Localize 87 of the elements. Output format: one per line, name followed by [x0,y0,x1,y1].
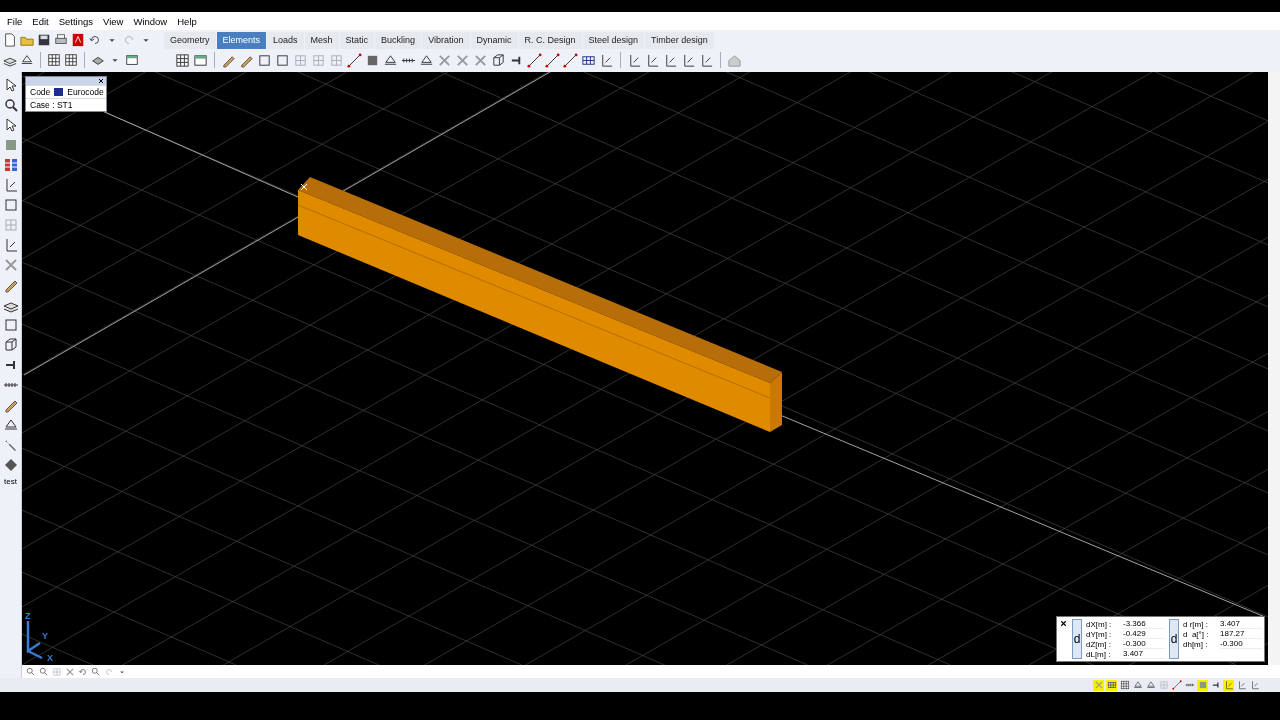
axis-triad-drawing [26,619,44,660]
menu-item[interactable]: Window [128,15,173,27]
case-label: Case : ST1 [30,100,73,110]
axis-icon[interactable] [599,52,614,68]
scrollbar[interactable] [1268,72,1280,665]
toggle-button[interactable] [1236,679,1247,691]
toggle-button[interactable] [1171,679,1182,691]
tab[interactable]: Elements [216,31,267,49]
axis-icon[interactable] [645,52,660,68]
pdf-icon[interactable] [71,33,85,47]
axis-icon[interactable] [627,52,642,68]
toggle-button[interactable] [1093,679,1104,691]
frame-icon[interactable] [2,337,19,353]
tab[interactable]: R. C. Design [518,31,582,49]
menu-item[interactable]: File [2,15,28,27]
save-icon[interactable] [37,33,51,47]
field-label: dL[m] : [1086,649,1112,659]
outline-icon[interactable] [257,52,272,68]
code-label: Code [30,87,51,97]
toggle-button[interactable] [1249,679,1260,691]
cross-icon[interactable] [455,52,470,68]
field-label: dZ[m] : [1086,639,1112,649]
field-label: dY[m] : [1086,629,1113,639]
close-icon[interactable] [1059,619,1068,628]
table-icon[interactable] [47,53,61,67]
tab[interactable]: Static [339,31,375,49]
window-icon[interactable] [125,53,139,67]
toggle-button[interactable]: d [1169,619,1179,659]
support-icon[interactable] [383,52,398,68]
toggle-button[interactable] [1106,679,1117,691]
close-icon[interactable] [97,77,105,85]
field-label: dh[m] : [1183,639,1209,649]
toolbar-label[interactable]: test [4,477,17,486]
new-file-icon[interactable] [3,33,17,47]
tab[interactable]: Timber design [645,31,714,49]
zoom-in-icon[interactable] [26,666,36,677]
line-icon[interactable] [347,52,362,68]
toggle-button[interactable] [1223,679,1234,691]
menu-item[interactable]: Help [172,15,202,27]
value-field[interactable]: -0.300 [1220,639,1262,649]
zoom-icon[interactable] [91,666,101,677]
menu-item[interactable]: View [98,15,129,27]
toggle-button[interactable] [1197,679,1208,691]
printer-icon[interactable] [54,33,68,47]
load-icon[interactable] [20,53,34,67]
toggle-button[interactable] [1145,679,1156,691]
code-value: Eurocode [67,87,104,97]
viewport[interactable]: Code Eurocode Case : ST1 Z Y X d dX[m] : -3.366 dY[m] : -0.429 dZ[m] : -0.300 dL[m] : 3.407 d d r[m] : 3.407 d a[°] : 187.27 dh[m] : -0.300 [22,72,1268,665]
line-icon[interactable] [527,52,542,68]
support-icon[interactable] [2,417,19,433]
window-icon[interactable] [193,52,208,68]
menu-item[interactable]: Settings [53,15,98,27]
menu-item[interactable]: Edit [27,15,54,27]
support-icon[interactable] [419,52,434,68]
axis-label: X [47,653,53,661]
tab[interactable]: Mesh [304,31,339,49]
toggle-button[interactable] [1119,679,1130,691]
line-icon[interactable] [563,52,578,68]
axis-icon[interactable] [699,52,714,68]
toggle-button[interactable] [1132,679,1143,691]
frame-icon[interactable] [491,52,506,68]
zoom-out-icon[interactable] [39,666,49,677]
axis-label: Z [25,611,31,621]
field-label: d a[°] : [1183,629,1210,639]
tab[interactable]: Steel design [582,31,645,49]
value-field[interactable]: 3.407 [1123,649,1165,659]
field-label: d r[m] : [1183,619,1209,629]
line-icon[interactable] [545,52,560,68]
tab[interactable]: Buckling [375,31,422,49]
rotate-icon[interactable] [78,666,88,677]
bars-icon[interactable] [2,157,19,173]
undo-icon[interactable] [88,33,102,47]
tab[interactable]: Dynamic [470,31,518,49]
axis-label: Y [42,631,48,641]
list-icon[interactable] [64,53,78,67]
axis-icon[interactable] [663,52,678,68]
toggle-button[interactable] [1158,679,1169,691]
search-icon[interactable] [2,97,19,113]
toggle-button[interactable]: d [1072,619,1082,659]
flag-icon [54,88,64,96]
table-icon[interactable] [175,52,190,68]
tab[interactable]: Loads [267,31,304,49]
tab[interactable]: Vibration [422,31,470,49]
field-label: dX[m] : [1086,619,1113,629]
tab[interactable]: Geometry [164,31,216,49]
axis-icon[interactable] [681,52,696,68]
outline-icon[interactable] [275,52,290,68]
